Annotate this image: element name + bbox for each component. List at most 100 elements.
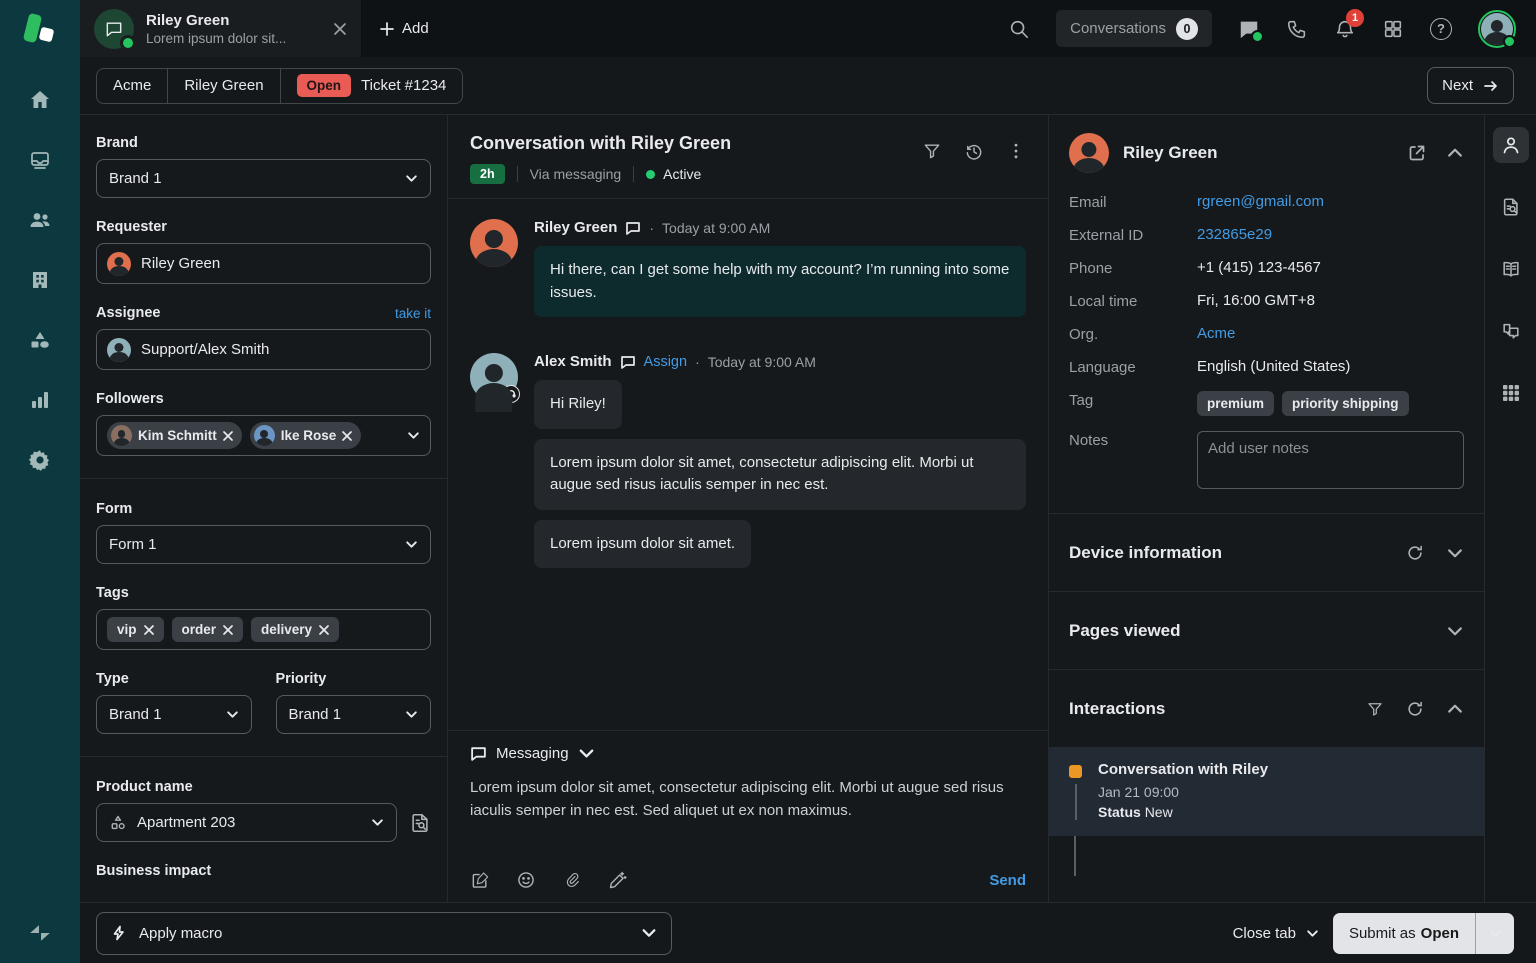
user-notes-input[interactable]: [1197, 431, 1464, 489]
filter-icon[interactable]: [922, 141, 942, 161]
chevron-down-icon: [578, 745, 595, 762]
expand-chevron-down-icon[interactable]: [1446, 622, 1464, 640]
home-icon[interactable]: [27, 87, 53, 113]
customer-avatar: [470, 219, 518, 267]
notifications-bell-icon[interactable]: 1: [1334, 18, 1356, 40]
expand-chevron-down-icon[interactable]: [1446, 544, 1464, 562]
user-field-row: Org. Acme: [1069, 325, 1464, 343]
org-link[interactable]: Acme: [1197, 325, 1235, 342]
add-tab-button[interactable]: Add: [362, 0, 447, 57]
remove-tag-icon[interactable]: [223, 625, 233, 635]
chevron-down-icon: [371, 816, 384, 829]
open-in-new-icon[interactable]: [1408, 144, 1426, 162]
emoji-icon[interactable]: [516, 870, 536, 890]
composer-channel-selector[interactable]: Messaging: [470, 745, 1026, 762]
reporting-icon[interactable]: [27, 387, 53, 413]
external-id-link[interactable]: 232865e29: [1197, 226, 1272, 243]
priority-select[interactable]: Brand 1: [276, 695, 432, 734]
side-conversations-icon[interactable]: [1493, 313, 1529, 349]
filter-icon[interactable]: [1366, 700, 1384, 718]
topbar-right: Conversations 0 1 ?: [1008, 0, 1536, 57]
apps-grid-icon[interactable]: [1382, 18, 1404, 40]
messaging-status-icon[interactable]: [1238, 18, 1260, 40]
conversation-tab[interactable]: Riley Green Lorem ipsum dolor sit...: [80, 0, 362, 57]
send-button[interactable]: Send: [989, 872, 1026, 889]
assignee-input[interactable]: Support/Alex Smith: [96, 329, 431, 370]
organizations-icon[interactable]: [27, 267, 53, 293]
composer-text-input[interactable]: Lorem ipsum dolor sit amet, consectetur …: [470, 776, 1026, 862]
submit-prefix: Submit as: [1349, 925, 1416, 942]
requester-input[interactable]: Riley Green: [96, 243, 431, 284]
views-icon[interactable]: [27, 147, 53, 173]
apps-icon[interactable]: [27, 327, 53, 353]
refresh-icon[interactable]: [1406, 700, 1424, 718]
tab-close-icon[interactable]: [333, 22, 347, 36]
knowledge-book-icon[interactable]: [1493, 251, 1529, 287]
close-tab-control[interactable]: Close tab: [1233, 925, 1319, 942]
apply-macro-select[interactable]: Apply macro: [96, 912, 672, 955]
message-list[interactable]: Riley Green Today at 9:00 AM Hi there, c…: [448, 199, 1048, 730]
user-avatar: [1069, 133, 1109, 173]
interaction-item[interactable]: Conversation with Riley Jan 21 09:00 Sta…: [1049, 747, 1484, 836]
lookup-records-icon[interactable]: [409, 812, 431, 834]
overflow-menu-icon[interactable]: [1006, 141, 1026, 161]
followers-input[interactable]: Kim Schmitt Ike Rose: [96, 415, 431, 456]
breadcrumb-org[interactable]: Acme: [97, 69, 168, 103]
user-tag-chip[interactable]: premium: [1197, 391, 1274, 416]
remove-tag-icon[interactable]: [144, 625, 154, 635]
breadcrumb-ticket-seg[interactable]: Open Ticket #1234: [281, 69, 463, 103]
tag-chip[interactable]: vip: [107, 617, 164, 642]
follower-chip[interactable]: Kim Schmitt: [107, 422, 242, 449]
user-tag-chip[interactable]: priority shipping: [1282, 391, 1409, 416]
tag-chip[interactable]: order: [172, 617, 244, 642]
field-label: Phone: [1069, 259, 1197, 277]
form-select[interactable]: Form 1: [96, 525, 431, 564]
user-field-row: Email rgreen@gmail.com: [1069, 193, 1464, 211]
next-button[interactable]: Next: [1427, 67, 1514, 104]
section-divider: [80, 756, 447, 757]
user-profile-icon[interactable]: [1493, 127, 1529, 163]
help-icon[interactable]: ?: [1430, 18, 1452, 40]
email-link[interactable]: rgreen@gmail.com: [1197, 193, 1324, 210]
customer-context-panel: Riley Green Email rgreen@gmail.com Exter…: [1048, 115, 1484, 902]
help-glyph: ?: [1430, 18, 1452, 40]
follower-chip[interactable]: Ike Rose: [250, 422, 362, 449]
phone-icon[interactable]: [1286, 18, 1308, 40]
history-icon[interactable]: [964, 141, 984, 161]
brand-select[interactable]: Brand 1: [96, 159, 431, 198]
remove-follower-icon[interactable]: [223, 431, 233, 441]
apps-grid-icon[interactable]: [1493, 375, 1529, 411]
chevron-down-icon: [1306, 927, 1319, 940]
knowledge-search-icon[interactable]: [1493, 189, 1529, 225]
remove-follower-icon[interactable]: [342, 431, 352, 441]
agent-avatar[interactable]: [1478, 10, 1516, 48]
interactions-section-header[interactable]: Interactions: [1049, 669, 1484, 747]
admin-gear-icon[interactable]: [27, 447, 53, 473]
attachment-icon[interactable]: [562, 870, 582, 890]
tag-chip[interactable]: delivery: [251, 617, 339, 642]
breadcrumb-person[interactable]: Riley Green: [168, 69, 280, 103]
pages-viewed-section[interactable]: Pages viewed: [1049, 591, 1484, 669]
type-select[interactable]: Brand 1: [96, 695, 252, 734]
conversations-counter[interactable]: Conversations 0: [1056, 10, 1212, 47]
assignee-avatar: [107, 338, 131, 362]
device-information-section[interactable]: Device information: [1049, 513, 1484, 591]
collapse-chevron-up-icon[interactable]: [1446, 700, 1464, 718]
submit-options-caret[interactable]: [1476, 913, 1514, 954]
product-select[interactable]: Apartment 203: [96, 803, 397, 842]
interaction-time: Jan 21 09:00: [1098, 784, 1268, 800]
search-icon[interactable]: [1008, 18, 1030, 40]
customers-icon[interactable]: [27, 207, 53, 233]
collapse-chevron-up-icon[interactable]: [1446, 144, 1464, 162]
tags-input[interactable]: vip order delivery: [96, 609, 431, 650]
compose-note-icon[interactable]: [470, 870, 490, 890]
conversation-header: Conversation with Riley Green 2h Via mes…: [448, 115, 1048, 199]
take-it-link[interactable]: take it: [395, 306, 431, 321]
refresh-icon[interactable]: [1406, 544, 1424, 562]
assign-link[interactable]: Assign: [644, 354, 688, 370]
timeline-marker: [1069, 761, 1082, 820]
ai-assist-icon[interactable]: [608, 870, 628, 890]
section-divider: [80, 478, 447, 479]
remove-tag-icon[interactable]: [319, 625, 329, 635]
submit-button[interactable]: Submit as Open: [1333, 913, 1476, 954]
